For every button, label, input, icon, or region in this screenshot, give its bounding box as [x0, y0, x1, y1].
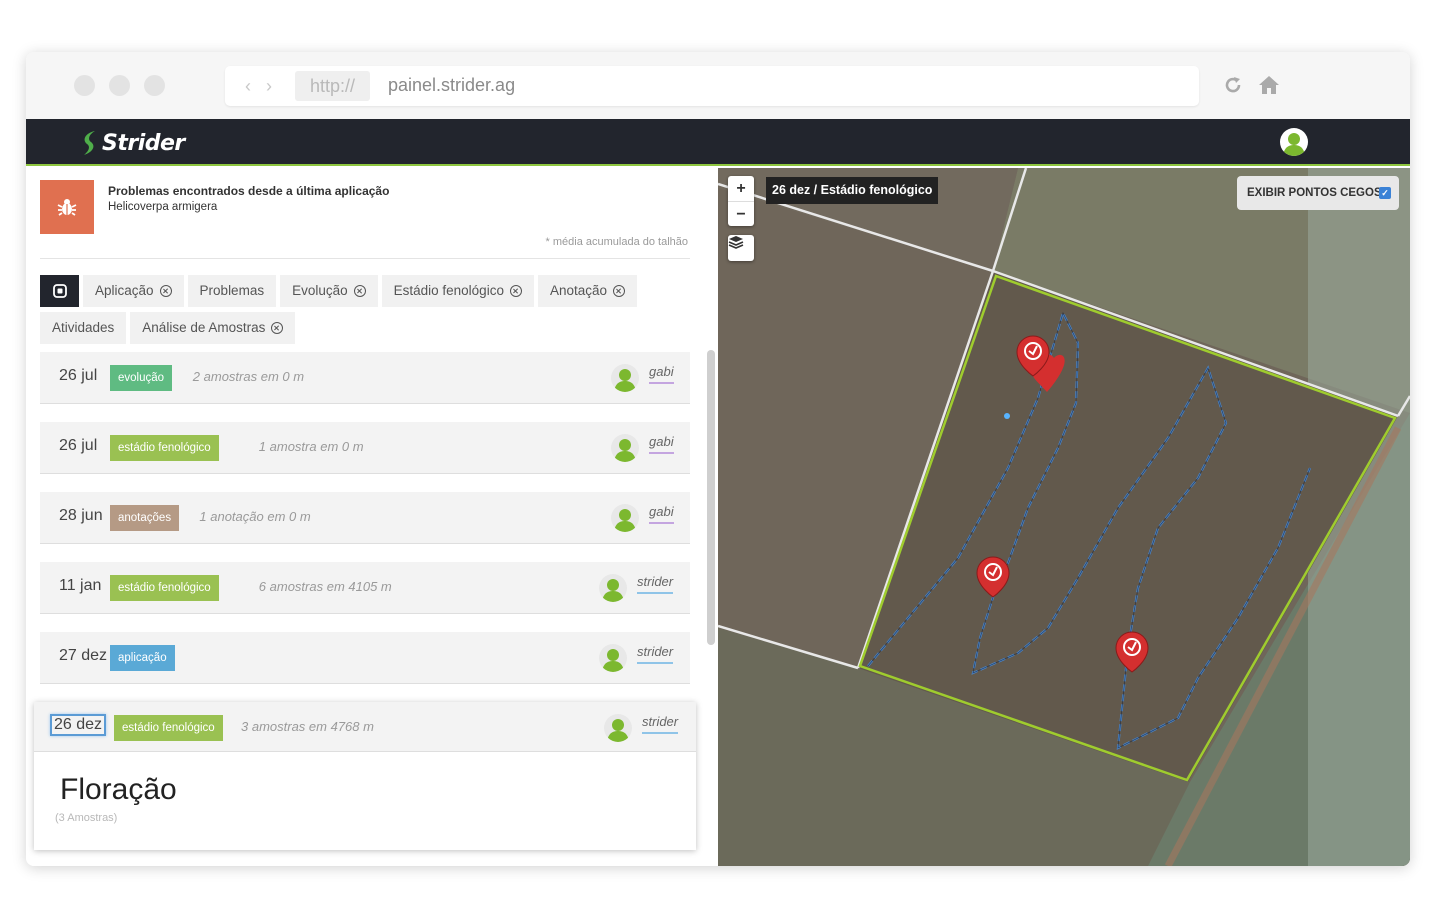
user-avatar[interactable]	[1280, 128, 1308, 156]
phenological-stage: Floração	[60, 773, 177, 806]
leaf-logo-icon	[84, 131, 95, 155]
entry-info: 3 amostras em 4768 m	[241, 719, 374, 734]
entry-user[interactable]: gabi	[649, 504, 674, 524]
url-protocol: http://	[295, 71, 370, 101]
window-maximize-dot[interactable]	[144, 75, 165, 96]
map-layer-label: 26 dez / Estádio fenológico	[766, 177, 939, 204]
browser-window: ‹ › http:// painel.strider.ag Strider Pr…	[26, 52, 1410, 866]
filter-chip-problemas[interactable]: Problemas	[187, 275, 277, 307]
user-avatar-icon	[611, 434, 639, 462]
map-view[interactable]: + − 26 dez / Estádio fenológico EXIBIR P…	[718, 168, 1410, 866]
entry-user[interactable]: strider	[637, 574, 674, 594]
entry-date: 26 jul	[59, 437, 98, 454]
user-avatar-icon	[599, 574, 627, 602]
app-header: Strider	[26, 119, 1410, 166]
filter-chip-atividades[interactable]: Atividades	[40, 312, 127, 344]
entry-type-badge: evolução	[110, 365, 173, 391]
divider	[40, 258, 690, 259]
reload-icon[interactable]	[1222, 74, 1244, 96]
brand-name: Strider	[102, 130, 185, 156]
back-arrow-icon[interactable]: ‹	[245, 76, 251, 97]
entry-type-badge: anotações	[110, 505, 180, 531]
entry-date: 26 jul	[59, 367, 98, 384]
entry-info: 2 amostras em 0 m	[192, 369, 305, 384]
filter-chip-aplicacao[interactable]: Aplicação	[83, 275, 184, 307]
user-avatar-icon	[611, 364, 639, 392]
history-entry[interactable]: 26 jul estádio fenológico 1 amostra em 0 m…	[40, 422, 690, 474]
scrollbar[interactable]	[707, 350, 715, 645]
layers-icon	[728, 236, 744, 249]
remove-filter-icon[interactable]	[509, 285, 522, 297]
blind-spots-toggle[interactable]: EXIBIR PONTOS CEGOS ✓	[1237, 176, 1399, 210]
entry-user[interactable]: strider	[637, 644, 674, 664]
entry-user[interactable]: gabi	[649, 434, 674, 454]
user-avatar-icon	[1283, 133, 1305, 156]
zoom-out-button[interactable]: −	[728, 201, 754, 226]
entry-info: 6 amostras em 4105 m	[258, 579, 392, 594]
expanded-entry-header[interactable]: 26 dez estádio fenológico 3 amostras em …	[34, 702, 696, 752]
entry-type-badge: estádio fenológico	[114, 715, 223, 741]
history-entry[interactable]: 27 dez aplicação strider	[40, 632, 690, 684]
blind-spots-label: EXIBIR PONTOS CEGOS	[1247, 187, 1382, 199]
average-note: * média acumulada do talhão	[545, 236, 688, 248]
address-bar[interactable]: ‹ › http:// painel.strider.ag	[225, 66, 1199, 106]
user-avatar-icon	[611, 504, 639, 532]
entry-user[interactable]: strider	[642, 714, 679, 734]
checkbox-checked-icon[interactable]: ✓	[1379, 187, 1391, 199]
remove-filter-icon[interactable]	[613, 285, 625, 297]
strider-logo[interactable]: Strider	[81, 129, 185, 157]
toggle-all-icon	[52, 284, 67, 298]
history-entry[interactable]: 26 jul evolução 2 amostras em 0 m gabi	[40, 352, 690, 404]
window-close-dot[interactable]	[74, 75, 95, 96]
entry-date: 28 jun	[59, 507, 103, 524]
entry-date: 26 dez	[50, 714, 107, 736]
filter-chip-anotacao[interactable]: Anotação	[537, 275, 637, 307]
filter-bar-row-2: Atividades Análise de Amostras	[40, 312, 296, 344]
zoom-in-button[interactable]: +	[728, 176, 754, 201]
select-all-filter-button[interactable]	[40, 275, 79, 307]
filter-chip-estadio-fenologico[interactable]: Estádio fenológico	[381, 275, 534, 307]
remove-filter-icon[interactable]	[271, 322, 284, 334]
entry-date: 11 jan	[59, 577, 102, 594]
history-panel: Problemas encontrados desde a última apl…	[26, 168, 718, 866]
filter-bar: Aplicação Problemas Evolução Estádio fen…	[40, 275, 637, 307]
forward-arrow-icon[interactable]: ›	[266, 76, 272, 97]
sample-count: (3 Amostras)	[55, 812, 118, 824]
entry-info: 1 amostra em 0 m	[258, 439, 364, 454]
remove-filter-icon[interactable]	[159, 285, 172, 297]
remove-filter-icon[interactable]	[353, 285, 366, 297]
layers-button[interactable]	[728, 235, 754, 261]
browser-chrome: ‹ › http:// painel.strider.ag	[26, 52, 1410, 119]
expanded-history-entry[interactable]: 26 dez estádio fenológico 3 amostras em …	[34, 702, 696, 850]
url-text[interactable]: painel.strider.ag	[388, 75, 515, 96]
entry-type-badge: estádio fenológico	[110, 435, 219, 461]
user-avatar-icon	[599, 644, 627, 672]
zoom-control: + −	[728, 176, 754, 226]
entry-date: 27 dez	[59, 647, 108, 664]
pest-name: Helicoverpa armigera	[108, 201, 218, 213]
satellite-map[interactable]	[718, 168, 1410, 866]
window-minimize-dot[interactable]	[109, 75, 130, 96]
entry-user[interactable]: gabi	[649, 364, 674, 384]
filter-chip-analise-de-amostras[interactable]: Análise de Amostras	[130, 312, 296, 344]
history-entry[interactable]: 11 jan estádio fenológico 6 amostras em 41…	[40, 562, 690, 614]
home-icon[interactable]	[1258, 74, 1280, 96]
entry-type-badge: estádio fenológico	[110, 575, 219, 601]
filter-chip-evolucao[interactable]: Evolução	[280, 275, 378, 307]
entry-info: 1 anotação em 0 m	[199, 509, 311, 524]
alert-title: Problemas encontrados desde a última apl…	[108, 184, 390, 198]
history-entry[interactable]: 28 jun anotações 1 anotação em 0 m gabi	[40, 492, 690, 544]
entry-type-badge: aplicação	[110, 645, 175, 671]
user-avatar-icon	[604, 714, 632, 742]
bug-icon	[40, 180, 94, 234]
